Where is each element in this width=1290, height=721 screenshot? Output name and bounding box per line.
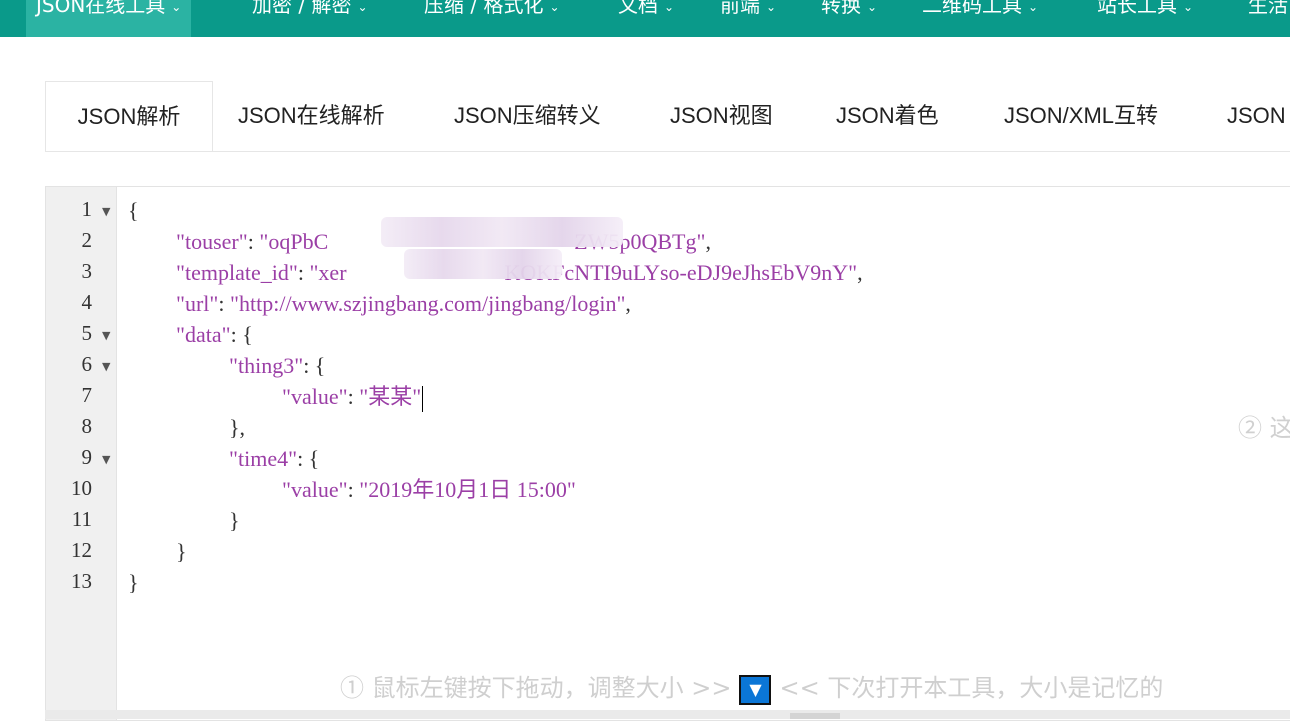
text-cursor [422,385,424,412]
json-editor[interactable]: 1 2 3 4 5 6 7 8 9 10 11 12 13 ▼ ▼ ▼ ▼ { … [45,186,1290,721]
code-line: "thing3": { [229,353,326,378]
code-line: }, [229,415,246,440]
tool-tabs: JSON解析 JSON在线解析 JSON压缩转义 JSON视图 JSON着色 J… [45,81,1290,152]
chevron-down-icon: ⌄ [549,0,560,14]
line-number: 6 [81,352,93,376]
code-line: "data": { [176,322,253,347]
chevron-down-icon: ⌄ [1028,0,1039,14]
nav-webmaster[interactable]: 站长工具 ⌄ [1097,0,1193,37]
tab-json-compress[interactable]: JSON压缩转义 [454,81,601,150]
code-line: } [229,508,240,533]
line-number: 3 [81,259,93,283]
chevron-down-icon: ⌄ [664,0,675,14]
tab-json-color[interactable]: JSON着色 [836,81,939,150]
code-line: "url": "http://www.szjingbang.com/jingba… [176,291,631,316]
tab-json-more[interactable]: JSON [1227,81,1286,150]
line-number: 7 [81,383,93,407]
hint-text-right: ② 这 [1238,414,1290,442]
code-line: "time4": { [229,446,320,471]
line-number: 9 [81,445,93,469]
nav-encrypt[interactable]: 加密 / 解密 ⌄ [252,0,368,37]
chevron-down-icon: ⌄ [357,0,368,14]
redaction-blur [404,249,562,279]
tab-json-view[interactable]: JSON视图 [670,81,773,150]
fold-arrow-icon[interactable]: ▼ [102,453,110,466]
line-number: 13 [71,569,92,593]
nav-life[interactable]: 生活 [1248,0,1288,37]
redaction-blur [381,217,623,247]
line-number: 10 [71,476,92,500]
chevron-down-icon: ⌄ [171,0,182,14]
tab-json-parse[interactable]: JSON解析 [45,81,213,151]
chevron-down-icon: ⌄ [867,0,878,14]
nav-compress[interactable]: 压缩 / 格式化 ⌄ [424,0,560,37]
line-number: 12 [71,538,92,562]
line-number: 2 [81,228,93,252]
chevron-down-icon: ⌄ [766,0,777,14]
code-line: } [176,539,187,564]
nav-json-tools[interactable]: JSON在线工具 ⌄ [26,0,192,37]
tab-json-online-parse[interactable]: JSON在线解析 [238,81,385,150]
nav-qrcode[interactable]: 二维码工具 ⌄ [922,0,1038,37]
resize-handle-icon[interactable]: ▼ [739,674,772,705]
line-number: 11 [71,507,92,531]
scrollbar-thumb[interactable] [790,713,840,719]
nav-docs[interactable]: 文档 ⌄ [618,0,674,37]
line-number: 8 [81,414,93,438]
line-gutter: 1 2 3 4 5 6 7 8 9 10 11 12 13 ▼ ▼ ▼ ▼ [46,187,117,720]
tab-json-xml[interactable]: JSON/XML互转 [1004,81,1158,150]
line-number: 5 [81,321,93,345]
top-nav: JSON在线工具 ⌄ 加密 / 解密 ⌄ 压缩 / 格式化 ⌄ 文档 ⌄ 前端 ⌄ 转换 ⌄… [0,0,1290,37]
code-line: "value": "2019年10月1日 15:00" [282,477,576,502]
horizontal-scrollbar[interactable] [45,710,1290,719]
fold-arrow-icon[interactable]: ▼ [102,329,110,342]
code-line: { [128,198,139,223]
fold-arrow-icon[interactable]: ▼ [102,360,110,373]
line-number: 4 [81,290,93,314]
nav-convert[interactable]: 转换 ⌄ [821,0,877,37]
code-line: } [128,570,139,595]
chevron-down-icon: ⌄ [1183,0,1194,14]
fold-arrow-icon[interactable]: ▼ [102,205,110,218]
resize-hint: ① 鼠标左键按下拖动，调整大小 >> ▼ << 下次打开本工具，大小是记忆的 [340,668,1163,705]
code-line: "value": "某某" [282,381,424,412]
nav-frontend[interactable]: 前端 ⌄ [720,0,776,37]
line-number: 1 [81,197,93,221]
